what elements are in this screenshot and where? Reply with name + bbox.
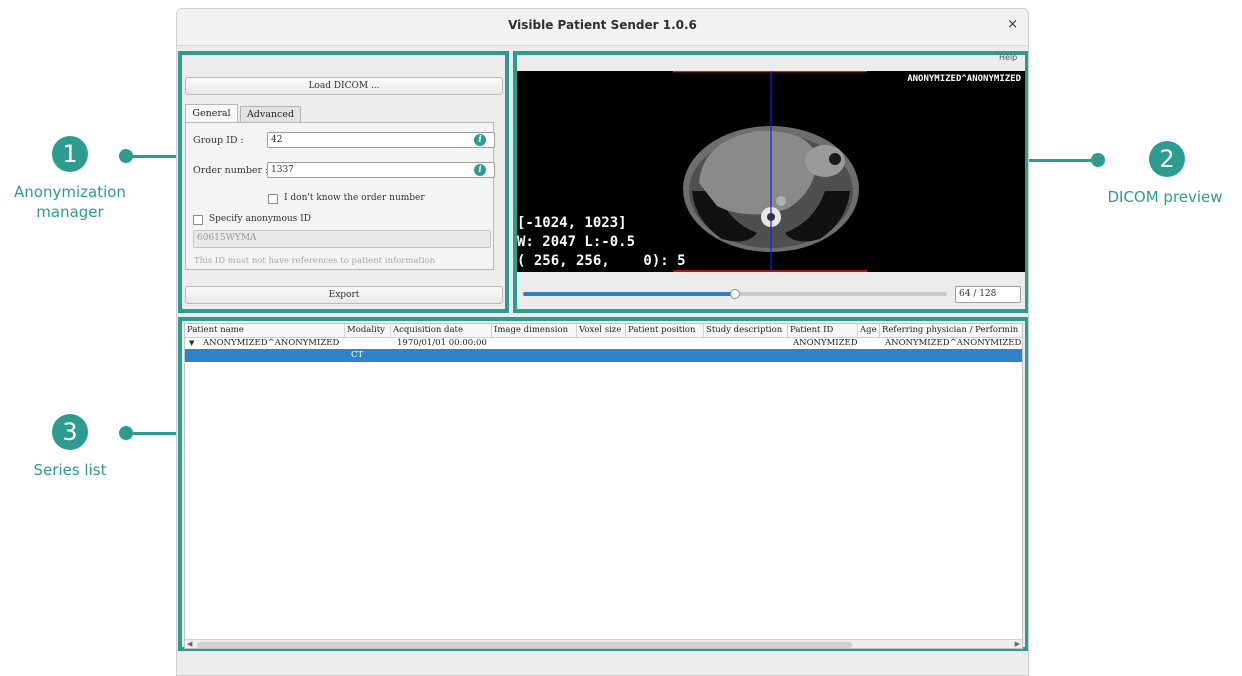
slice-slider-fill xyxy=(523,292,735,296)
export-button[interactable]: Export xyxy=(185,286,503,304)
order-number-label: Order number : xyxy=(193,165,269,176)
scroll-thumb[interactable] xyxy=(197,642,852,648)
annotation-2-badge: 2 xyxy=(1149,141,1185,177)
column-header-acquisition-date[interactable]: Acquisition date xyxy=(391,324,492,337)
slice-slider-handle[interactable] xyxy=(730,289,740,299)
column-header-patient-name[interactable]: Patient name xyxy=(185,324,345,337)
dicom-viewer[interactable]: ANONYMIZED^ANONYMIZED [-1024, 1023] W: 2… xyxy=(517,71,1025,272)
annotation-3-label: Series list xyxy=(33,461,107,479)
ct-aorta xyxy=(776,196,786,206)
table-row[interactable]: ▼ ANONYMIZED^ANONYMIZED 1970/01/01 00:00… xyxy=(185,338,1022,349)
annotation-2-connector xyxy=(1028,159,1094,162)
annotation-1-label: Anonymization manager xyxy=(14,183,126,221)
table-header: Patient name Modality Acquisition date I… xyxy=(185,324,1022,338)
slice-number-field[interactable]: 64 / 128 xyxy=(955,286,1021,303)
specify-anonymous-id-checkbox[interactable] xyxy=(193,215,203,225)
column-header-referring-physician[interactable]: Referring physician / Performin xyxy=(880,324,1022,337)
dont-know-order-label: I don't know the order number xyxy=(284,193,425,203)
general-tab-pane: Group ID : 42 i Order number : 1337 i I … xyxy=(185,122,495,270)
row-modality: CT xyxy=(351,350,364,360)
title-bar[interactable]: Visible Patient Sender 1.0.6 × xyxy=(177,9,1028,46)
group-id-field[interactable]: 42 xyxy=(267,132,495,148)
column-header-voxel-size[interactable]: Voxel size xyxy=(577,324,626,337)
annotation-1-connector xyxy=(126,155,178,158)
expand-arrow-icon[interactable]: ▼ xyxy=(189,338,194,349)
group-id-label: Group ID : xyxy=(193,135,244,146)
column-header-age[interactable]: Age xyxy=(858,324,880,337)
column-header-patient-position[interactable]: Patient position xyxy=(626,324,704,337)
load-dicom-button[interactable]: Load DICOM ... xyxy=(185,77,503,95)
annotation-2-label: DICOM preview xyxy=(1107,188,1223,206)
ct-gas xyxy=(829,153,841,165)
annotation-3-badge: 3 xyxy=(52,414,88,450)
series-table[interactable]: Patient name Modality Acquisition date I… xyxy=(184,323,1023,649)
selected-series-row[interactable]: CT xyxy=(185,349,1022,362)
row-physician: ANONYMIZED^ANONYMIZED xyxy=(885,338,1022,348)
annotation-1-badge: 1 xyxy=(52,136,88,172)
order-number-info-icon[interactable]: i xyxy=(474,164,486,176)
row-patient-name: ANONYMIZED^ANONYMIZED xyxy=(203,338,340,348)
window-level-overlay: W: 2047 L:-0.5 xyxy=(517,234,636,250)
row-acquisition-date: 1970/01/01 00:00:00 xyxy=(397,338,487,348)
column-header-study-description[interactable]: Study description xyxy=(704,324,788,337)
column-header-modality[interactable]: Modality xyxy=(345,324,391,337)
specify-anonymous-id-label: Specify anonymous ID xyxy=(209,214,311,224)
close-icon[interactable]: × xyxy=(1007,17,1018,32)
scroll-right-icon[interactable]: ▶ xyxy=(1015,640,1020,648)
patient-overlay: ANONYMIZED^ANONYMIZED xyxy=(907,74,1021,84)
group-id-info-icon[interactable]: i xyxy=(474,134,486,146)
tab-advanced[interactable]: Advanced xyxy=(240,106,301,122)
help-label[interactable]: Help xyxy=(999,53,1017,62)
pixel-value-overlay: ( 256, 256, 0): 5 xyxy=(517,253,686,269)
horizontal-scrollbar[interactable]: ◀ ▶ xyxy=(185,639,1022,648)
order-number-field[interactable]: 1337 xyxy=(267,162,495,178)
anonymous-id-hint: This ID must not have references to pati… xyxy=(194,256,436,266)
window-title: Visible Patient Sender 1.0.6 xyxy=(508,18,697,32)
range-overlay: [-1024, 1023] xyxy=(517,215,627,231)
anonymous-id-field: 60615WYMA xyxy=(193,230,491,248)
row-patient-id: ANONYMIZED xyxy=(793,338,858,348)
column-header-patient-id[interactable]: Patient ID xyxy=(788,324,858,337)
tab-general[interactable]: General xyxy=(185,104,238,122)
annotation-3-connector xyxy=(126,432,178,435)
dont-know-order-checkbox[interactable] xyxy=(268,194,278,204)
app-window: Visible Patient Sender 1.0.6 × Load DICO… xyxy=(176,8,1029,676)
column-header-image-dimension[interactable]: Image dimension xyxy=(492,324,577,337)
scroll-left-icon[interactable]: ◀ xyxy=(187,640,192,648)
